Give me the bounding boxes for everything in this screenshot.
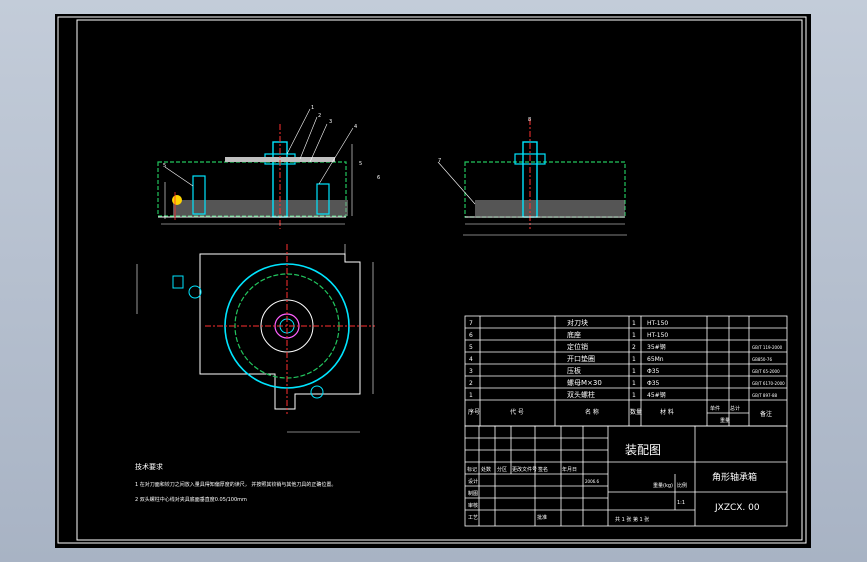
- tb-scale: 1:1: [677, 500, 685, 506]
- cad-drawing: 1 2 3 4 5 5 6 7 8 技术要求 1 在对刀面和铰刀之间放入量具得知…: [57, 16, 807, 544]
- tb-left-label: 设计: [468, 478, 478, 485]
- bom-cell-qty: 2: [632, 344, 636, 351]
- bom-header-qty: 数量: [630, 408, 642, 416]
- bom-cell-qty: 1: [632, 380, 636, 387]
- svg-text:7: 7: [438, 158, 441, 164]
- bom-cell-material: HT-150: [647, 332, 668, 339]
- tb-col-label: 年月日: [562, 466, 577, 473]
- tb-date: 2006.6: [585, 479, 599, 484]
- tb-left-label: 制图: [468, 490, 478, 497]
- bom-header-weight: 重量: [720, 417, 730, 424]
- bom-cell-no: 4: [469, 356, 473, 363]
- part-name: 角形轴承箱: [712, 471, 757, 483]
- balloons: 1 2 3 4 5 5 6 7 8: [163, 105, 531, 181]
- bom-header-name: 名 称: [585, 408, 599, 416]
- outer-frame: [57, 16, 807, 544]
- bom-cell-name: 压板: [567, 366, 581, 375]
- bom-cell-name: 定位销: [567, 342, 588, 351]
- svg-text:5: 5: [163, 163, 166, 169]
- bom-cell-note: GB/T 897-88: [752, 393, 778, 398]
- bom-header-note: 备注: [760, 410, 772, 418]
- bom-cell-material: 45#钢: [647, 391, 666, 399]
- bom-cell-note: GB/T 119-2000: [752, 345, 783, 350]
- tb-col-label: 标记: [467, 466, 477, 473]
- bom-header-total: 总计: [730, 405, 740, 412]
- tb-col-label: 签名: [538, 466, 548, 473]
- leader-lines: [164, 108, 476, 205]
- bom-cell-name: 底座: [567, 330, 581, 339]
- bom-cell-note: GB/T 6170-2000: [752, 381, 785, 386]
- svg-text:6: 6: [377, 175, 380, 181]
- bom-cell-material: 65Mn: [647, 356, 664, 363]
- bom-cell-name: 对刀块: [567, 318, 588, 327]
- svg-text:2: 2: [318, 113, 321, 119]
- bom-cell-name: 开口垫圈: [567, 354, 595, 363]
- tech-req-item: 1 在对刀面和铰刀之间放入量具得知偏厚度的读尺， 并按照其铰销与其他刀具的正确位…: [135, 481, 336, 488]
- tb-col-label: 处数: [481, 466, 491, 473]
- tech-req-item: 2 双头螺柱中心线对夹具底面垂直度0.05/100mm: [135, 496, 247, 503]
- bom-cell-no: 6: [469, 332, 473, 339]
- bom-header: 序号 代 号 名 称 数量 材 料 单件 总计 重量 备注: [468, 405, 772, 424]
- tb-sheet-info: 共 1 张 第 1 张: [615, 516, 649, 523]
- bom-cell-name: 螺母M×30: [567, 378, 602, 387]
- tech-req-heading: 技术要求: [135, 462, 163, 471]
- tb-scale-label: 比例: [677, 482, 687, 489]
- bom-cell-note: GB/T 65-2000: [752, 369, 780, 374]
- bom-header-material: 材 料: [660, 408, 674, 416]
- bom-cell-qty: 1: [632, 320, 636, 327]
- tb-weight-label: 重量(kg): [653, 482, 673, 489]
- side-section-view: [463, 119, 627, 236]
- bom-cell-no: 3: [469, 368, 473, 375]
- drawing-type: 装配图: [625, 443, 661, 457]
- bom-cell-no: 5: [469, 344, 473, 351]
- bom-header-no: 序号: [468, 408, 480, 416]
- svg-text:3: 3: [329, 119, 332, 125]
- bom-cell-no: 1: [469, 392, 473, 399]
- tb-left-label: 审核: [468, 502, 478, 509]
- tb-col-label: 更改文件号: [512, 466, 537, 473]
- svg-text:5: 5: [359, 161, 362, 167]
- bom-cell-material: Φ35: [647, 380, 660, 387]
- bom-rows: 7 对刀块 1 HT-150 6 底座 1 HT-150 5 定位销 2 35#钢 GB/T 119-2…: [469, 318, 785, 399]
- svg-text:4: 4: [354, 124, 357, 130]
- bom-cell-qty: 1: [632, 332, 636, 339]
- svg-text:1: 1: [311, 105, 314, 111]
- tb-approve: 批准: [537, 514, 547, 521]
- bom-cell-qty: 1: [632, 356, 636, 363]
- bom-cell-note: GB850-76: [752, 357, 772, 362]
- bom-header-unit: 单件: [710, 405, 720, 412]
- bom-cell-no: 7: [469, 320, 473, 327]
- plan-view: [136, 244, 375, 433]
- bom-cell-material: HT-150: [647, 320, 668, 327]
- bom-cell-qty: 1: [632, 392, 636, 399]
- tb-col-label: 分区: [497, 466, 507, 473]
- svg-text:8: 8: [528, 117, 531, 123]
- drawing-canvas: 1 2 3 4 5 5 6 7 8 技术要求 1 在对刀面和铰刀之间放入量具得知…: [55, 14, 811, 548]
- front-section-view: [157, 124, 353, 229]
- bom-cell-no: 2: [469, 380, 473, 387]
- bom-header-code: 代 号: [510, 408, 524, 416]
- bom-cell-material: Φ35: [647, 368, 660, 375]
- bom-cell-qty: 1: [632, 368, 636, 375]
- tb-left-label: 工艺: [468, 515, 478, 521]
- technical-requirements: 技术要求 1 在对刀面和铰刀之间放入量具得知偏厚度的读尺， 并按照其铰销与其他刀…: [135, 462, 336, 503]
- bom-cell-material: 35#钢: [647, 343, 666, 351]
- bom-cell-name: 双头螺柱: [567, 390, 595, 399]
- drawing-number: JXZCX. 00: [714, 503, 760, 513]
